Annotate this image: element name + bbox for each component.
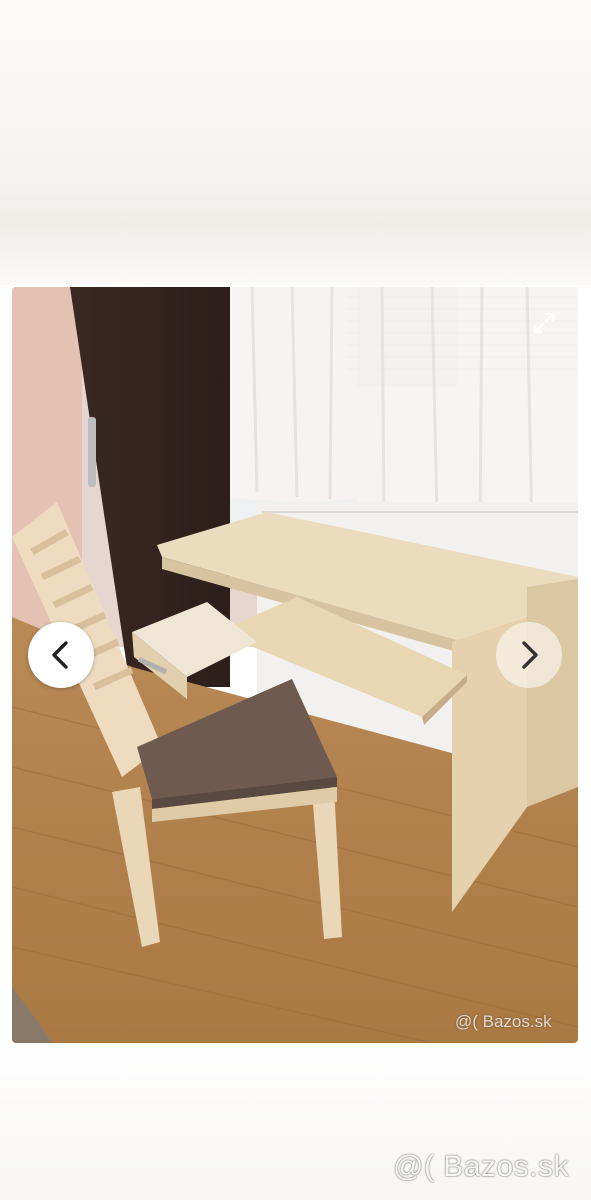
- desk-photo-illustration: [12, 287, 578, 1043]
- chevron-right-icon: [522, 641, 538, 669]
- expand-icon: [533, 312, 555, 334]
- gallery-photo[interactable]: [12, 287, 578, 1043]
- photo-watermark: @( Bazos.sk: [455, 1012, 552, 1031]
- next-photo-button[interactable]: [496, 622, 562, 688]
- expand-button[interactable]: [527, 306, 561, 340]
- blurred-background-top: [0, 0, 591, 285]
- chevron-left-icon: [52, 641, 68, 669]
- previous-photo-button[interactable]: [28, 622, 94, 688]
- page-watermark: @( Bazos.sk: [393, 1150, 569, 1183]
